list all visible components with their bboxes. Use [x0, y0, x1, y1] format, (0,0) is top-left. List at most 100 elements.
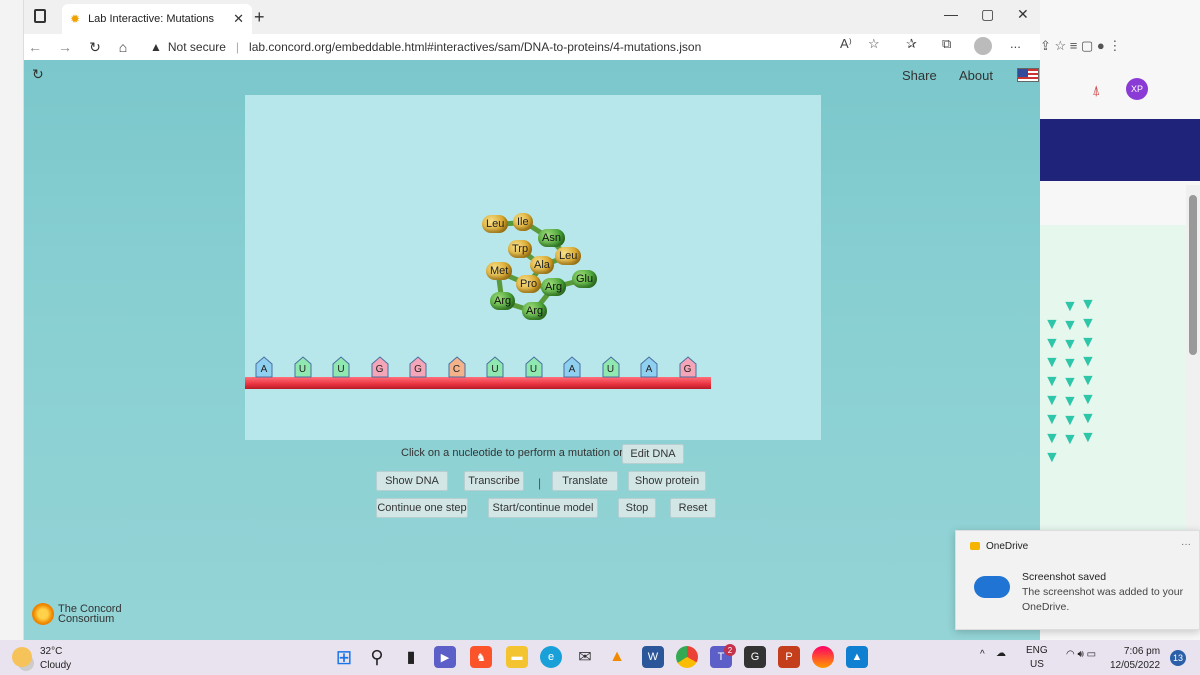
amino-acid-ala: Ala [530, 256, 554, 274]
language-flag-icon[interactable] [1017, 68, 1039, 82]
notification-count-badge[interactable]: 13 [1170, 650, 1186, 666]
nucleotide-a[interactable]: A [255, 356, 273, 378]
read-aloud-icon[interactable]: A⁾ [840, 36, 852, 52]
onedrive-notification[interactable]: OneDrive ··· Screenshot saved The screen… [955, 530, 1200, 630]
profile-avatar[interactable] [974, 37, 992, 55]
continue-one-step-button[interactable]: Continue one step [376, 498, 468, 518]
reset-button[interactable]: Reset [670, 498, 716, 518]
onedrive-app-icon [970, 542, 980, 550]
background-tab-icons: ⇪ ☆ ≡ ▢ ● ⋮ [1040, 38, 1122, 53]
more-menu-icon[interactable]: ... [1010, 36, 1021, 51]
tab-actions-icon[interactable] [34, 9, 46, 23]
chevron-down-icon: ▼ [1062, 412, 1078, 429]
chevron-down-icon: ▼ [1080, 429, 1096, 446]
vlc-icon[interactable]: ▲ [606, 646, 628, 668]
about-link[interactable]: About [959, 68, 993, 83]
notification-title: Screenshot saved [1022, 571, 1107, 583]
chrome-icon[interactable] [676, 646, 698, 668]
start-continue-model-button[interactable]: Start/continue model [488, 498, 598, 518]
amino-acid-leu: Leu [555, 247, 582, 265]
favorites-icon[interactable]: ✰ [906, 36, 917, 52]
edit-dna-button[interactable]: Edit DNA [622, 444, 684, 464]
share-link[interactable]: Share [902, 68, 937, 83]
nucleotide-u[interactable]: U [525, 356, 543, 378]
close-tab-icon[interactable]: ✕ [233, 11, 244, 27]
network-volume-battery-icons[interactable]: ◠ 🔊︎ ▭ [1066, 649, 1096, 660]
nucleotide-u[interactable]: U [294, 356, 312, 378]
brave-icon[interactable]: ♞ [470, 646, 492, 668]
instruction-text: Click on a nucleotide to perform a mutat… [401, 447, 623, 459]
notification-app-name: OneDrive [986, 541, 1029, 552]
separator: | [538, 476, 542, 490]
reload-icon[interactable]: ↻ [32, 66, 44, 83]
nucleotide-a[interactable]: A [563, 356, 581, 378]
minimize-icon[interactable]: — [944, 6, 958, 22]
region-label[interactable]: US [1030, 659, 1044, 670]
nucleotide-u[interactable]: U [602, 356, 620, 378]
onedrive-tray-icon[interactable]: ☁ [996, 648, 1006, 659]
amino-acid-leu: Leu [482, 215, 509, 233]
chevron-down-icon: ▼ [1044, 373, 1060, 390]
refresh-icon[interactable]: ↻ [84, 39, 106, 56]
search-icon[interactable]: ⚲ [366, 646, 388, 668]
weather-widget[interactable]: 32°C Cloudy [12, 645, 71, 673]
chevron-down-icon: ▼ [1062, 374, 1078, 391]
collections-icon[interactable]: ⧉ [942, 36, 951, 52]
not-secure-label: Not secure [167, 40, 226, 54]
add-favorite-icon[interactable]: ☆ [868, 36, 880, 52]
teams-badge: 2 [724, 644, 736, 656]
firefox-icon[interactable] [812, 646, 834, 668]
nucleotide-label: A [568, 364, 576, 375]
chevron-down-icon: ▼ [1062, 355, 1078, 372]
translate-button[interactable]: Translate [552, 471, 618, 491]
transcribe-button[interactable]: Transcribe [464, 471, 524, 491]
chevron-down-icon: ▼ [1062, 298, 1078, 315]
xp-badge[interactable]: XP [1126, 78, 1148, 100]
show-protein-button[interactable]: Show protein [628, 471, 706, 491]
edge-icon[interactable]: e [540, 646, 562, 668]
nucleotide-g[interactable]: G [371, 356, 389, 378]
forward-icon[interactable]: → [54, 39, 76, 55]
browser-window: ✹ Lab Interactive: Mutations ✕ + — ▢ ✕ ←… [24, 0, 1040, 640]
amino-acid-asn: Asn [538, 229, 565, 247]
nucleotide-g[interactable]: G [409, 356, 427, 378]
back-icon[interactable]: ← [24, 39, 46, 55]
chevron-down-icon: ▼ [1062, 393, 1078, 410]
notification-more-icon[interactable]: ··· [1181, 539, 1191, 550]
start-icon[interactable]: ⊞ [333, 646, 355, 669]
photos-icon[interactable]: ▲ [846, 646, 868, 668]
show-dna-button[interactable]: Show DNA [376, 471, 448, 491]
word-icon[interactable]: W [642, 646, 664, 668]
nucleotide-g[interactable]: G [679, 356, 697, 378]
maximize-icon[interactable]: ▢ [981, 6, 994, 23]
nucleotide-u[interactable]: U [332, 356, 350, 378]
close-window-icon[interactable]: ✕ [1017, 6, 1029, 23]
nucleotide-u[interactable]: U [486, 356, 504, 378]
teams-chat-icon[interactable]: ▶ [434, 646, 456, 668]
mail-icon[interactable]: ✉ [574, 646, 596, 668]
language-label[interactable]: ENG [1026, 645, 1048, 656]
nucleotide-a[interactable]: A [640, 356, 658, 378]
scrollbar-thumb[interactable] [1189, 195, 1197, 355]
address-bar: ← → ↻ ⌂ ▲ Not secure | lab.concord.org/e… [24, 34, 1040, 60]
new-tab-icon[interactable]: + [254, 7, 265, 28]
nucleotide-c[interactable]: C [448, 356, 466, 378]
home-icon[interactable]: ⌂ [112, 39, 134, 55]
tab-active[interactable]: ✹ Lab Interactive: Mutations ✕ [62, 4, 252, 34]
pdf-app-icon[interactable]: G [744, 646, 766, 668]
nucleotide-label: U [298, 364, 307, 375]
tray-overflow-icon[interactable]: ^ [980, 649, 985, 660]
concord-logo[interactable]: The Concord Consortium [24, 598, 144, 630]
powerpoint-icon[interactable]: P [778, 646, 800, 668]
url-text[interactable]: lab.concord.org/embeddable.html#interact… [249, 40, 701, 54]
file-explorer-icon[interactable]: ▬ [506, 646, 528, 668]
bell-icon[interactable]: ⍋ [1092, 82, 1100, 99]
nucleotide-label: U [491, 364, 499, 375]
url-field[interactable]: ▲ Not secure | lab.concord.org/embeddabl… [150, 40, 701, 54]
chevron-down-icon: ▼ [1044, 392, 1060, 409]
stop-button[interactable]: Stop [618, 498, 656, 518]
clock[interactable]: 7:06 pm 12/05/2022 [1110, 645, 1160, 673]
amino-acid-trp: Trp [508, 240, 533, 258]
tab-title: Lab Interactive: Mutations [88, 13, 215, 25]
task-view-icon[interactable]: ▮ [400, 646, 422, 668]
